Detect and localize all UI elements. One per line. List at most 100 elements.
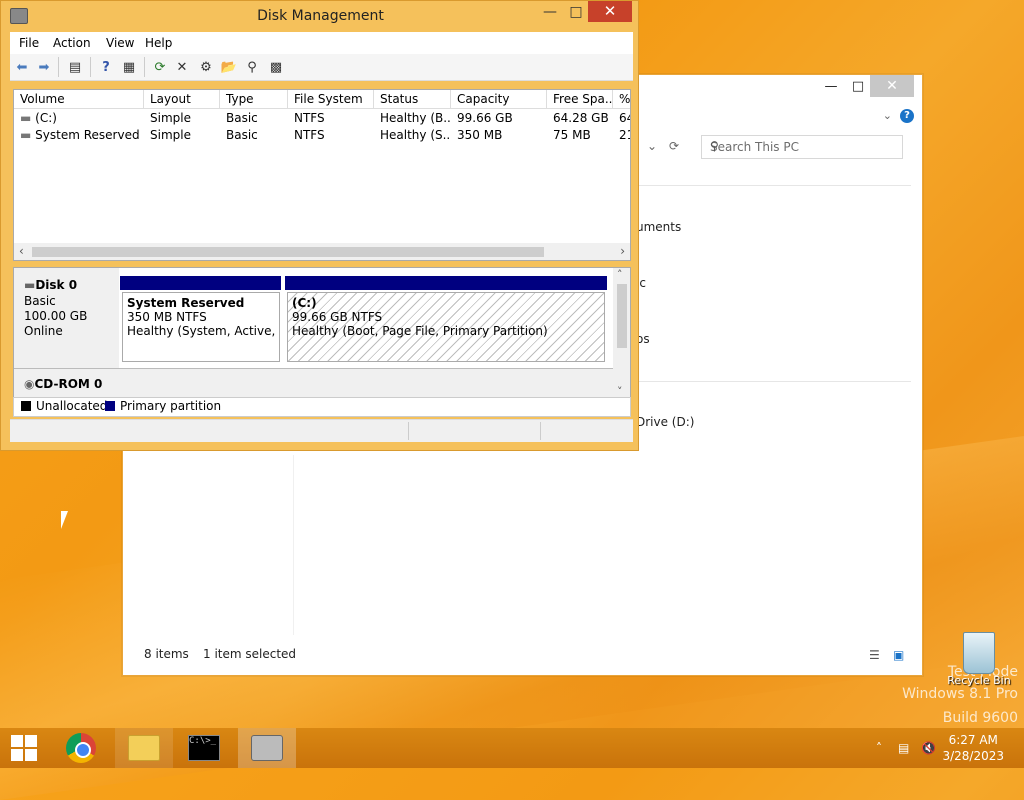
scroll-right-icon[interactable]: › (620, 244, 625, 258)
scroll-thumb[interactable] (32, 247, 544, 257)
drive-icon: ▬ (20, 128, 32, 142)
partition-system-reserved[interactable]: System Reserved 350 MB NTFS Healthy (Sys… (122, 292, 280, 362)
volume-muted-icon[interactable]: 🔇 (921, 728, 936, 768)
explorer-minimize-button[interactable]: — (816, 75, 846, 97)
column-header-status[interactable]: Status (374, 90, 451, 109)
status-cell: Healthy (S... (380, 128, 451, 142)
percent-free-cell: 64 (619, 111, 630, 125)
clock[interactable]: 6:27 AM 3/28/2023 (942, 732, 1004, 764)
cdrom-name: CD-ROM 0 (34, 377, 103, 391)
refresh-icon[interactable]: ⟳ (669, 139, 679, 153)
partition-c-drive[interactable]: (C:) 99.66 GB NTFS Healthy (Boot, Page F… (287, 292, 605, 362)
back-icon[interactable]: ⬅ (13, 58, 31, 76)
explorer-maximize-button[interactable]: □ (843, 75, 873, 97)
large-icons-view-icon[interactable]: ▣ (893, 648, 904, 662)
search-input[interactable]: Search This PC ⚲ (701, 135, 903, 159)
console-icon[interactable]: ▤ (66, 58, 84, 76)
taskbar-chrome[interactable] (52, 728, 110, 768)
menu-view[interactable]: View (106, 36, 134, 50)
status-divider (408, 422, 409, 440)
free-space-cell: 75 MB (553, 128, 591, 142)
delete-icon[interactable]: ✕ (173, 58, 191, 76)
disk-0-label[interactable]: ▬Disk 0 Basic 100.00 GB Online (14, 268, 119, 368)
capacity-cell: 350 MB (457, 128, 503, 142)
help-icon[interactable]: ? (900, 109, 914, 123)
toolbar-separator (144, 57, 145, 77)
refresh-icon[interactable]: ⟳ (151, 58, 169, 76)
disk-management-window[interactable]: Disk Management — □ ✕ File Action View H… (0, 0, 639, 451)
open-icon[interactable]: 📂 (220, 58, 238, 76)
partition-size: 350 MB NTFS (127, 310, 207, 324)
item-count: 8 items (144, 647, 189, 661)
column-header-type[interactable]: Type (220, 90, 288, 109)
disk-state: Online (24, 324, 63, 338)
help-icon[interactable]: ? (97, 58, 115, 76)
toolbar-separator (58, 57, 59, 77)
status-divider (540, 422, 541, 440)
explorer-close-button[interactable]: ✕ (870, 75, 914, 97)
free-space-cell: 64.28 GB (553, 111, 609, 125)
menu-bar: File Action View Help (10, 32, 633, 54)
scroll-left-icon[interactable]: ‹ (19, 244, 24, 258)
details-view-icon[interactable]: ☰ (869, 648, 880, 662)
list-item-dvd-drive[interactable]: Drive (D:) (636, 415, 694, 429)
export-icon[interactable]: ▩ (267, 58, 285, 76)
partition-name: (C:) (292, 296, 317, 310)
dm-statusbar (10, 419, 633, 442)
list-item-documents[interactable]: uments (636, 220, 681, 234)
minimize-button[interactable]: — (536, 4, 564, 22)
forward-icon[interactable]: ➡ (35, 58, 53, 76)
taskbar-command-prompt[interactable]: C:\>_ (175, 728, 233, 768)
scroll-thumb[interactable] (617, 284, 627, 348)
clock-date: 3/28/2023 (942, 749, 1004, 763)
search-icon[interactable]: ⚲ (243, 58, 261, 76)
start-button[interactable] (0, 728, 48, 768)
close-button[interactable]: ✕ (588, 1, 632, 22)
recycle-bin-label: Recycle Bin (947, 674, 1011, 687)
column-header-layout[interactable]: Layout (144, 90, 220, 109)
column-header-free-space[interactable]: Free Spa... (547, 90, 613, 109)
cdrom-icon: ◉ (24, 377, 35, 391)
disk-name: Disk 0 (35, 278, 78, 292)
recycle-bin-icon (963, 632, 995, 674)
recycle-bin-shortcut[interactable]: Recycle Bin (944, 632, 1014, 687)
taskbar-disk-management[interactable] (238, 728, 296, 768)
folder-icon (128, 735, 160, 761)
properties-icon[interactable]: ▦ (120, 58, 138, 76)
menu-help[interactable]: Help (145, 36, 172, 50)
menu-file[interactable]: File (19, 36, 39, 50)
vertical-scrollbar[interactable]: ˄ ˅ (613, 268, 630, 398)
legend: Unallocated Primary partition (13, 397, 631, 417)
settings-icon[interactable]: ⚙ (197, 58, 215, 76)
maximize-button[interactable]: □ (562, 4, 590, 22)
column-header-volume[interactable]: Volume (14, 90, 144, 109)
explorer-expand-ribbon-icon[interactable]: ⌄ (883, 109, 892, 122)
menu-action[interactable]: Action (53, 36, 91, 50)
type-cell: Basic (226, 128, 258, 142)
capacity-cell: 99.66 GB (457, 111, 513, 125)
filesystem-cell: NTFS (294, 111, 325, 125)
column-header-file-system[interactable]: File System (288, 90, 374, 109)
taskbar-file-explorer[interactable] (115, 728, 173, 768)
show-hidden-icons-icon[interactable]: ˄ (876, 728, 882, 768)
column-header-capacity[interactable]: Capacity (451, 90, 547, 109)
partition-status: Healthy (Boot, Page File, Primary Partit… (292, 324, 548, 338)
table-row[interactable]: ▬ (C:) Simple Basic NTFS Healthy (B... 9… (14, 110, 630, 127)
dm-titlebar[interactable]: Disk Management — □ ✕ (1, 1, 638, 31)
volume-list[interactable]: Volume Layout Type File System Status Ca… (13, 89, 631, 261)
windows-logo-icon (11, 735, 37, 761)
table-row[interactable]: ▬ System Reserved Simple Basic NTFS Heal… (14, 127, 630, 144)
cdrom-0-label[interactable]: ◉CD-ROM 0 (14, 372, 119, 398)
disk-graphical-view[interactable]: ▬Disk 0 Basic 100.00 GB Online System Re… (13, 267, 631, 399)
layout-cell: Simple (150, 128, 191, 142)
legend-swatch-primary (105, 401, 115, 411)
legend-swatch-unallocated (21, 401, 31, 411)
column-header-percent-free[interactable]: % (613, 90, 630, 109)
toolbar: ⬅ ➡ ▤ ? ▦ ⟳ ✕ ⚙ 📂 ⚲ ▩ (10, 54, 633, 81)
disk-management-icon (251, 735, 283, 761)
scroll-up-icon[interactable]: ˄ (617, 268, 623, 281)
pane-divider (293, 455, 294, 635)
address-dropdown-icon[interactable]: ⌄ (647, 139, 657, 153)
horizontal-scrollbar[interactable]: ‹ › (14, 243, 630, 260)
network-icon[interactable]: ▤ (898, 728, 909, 768)
